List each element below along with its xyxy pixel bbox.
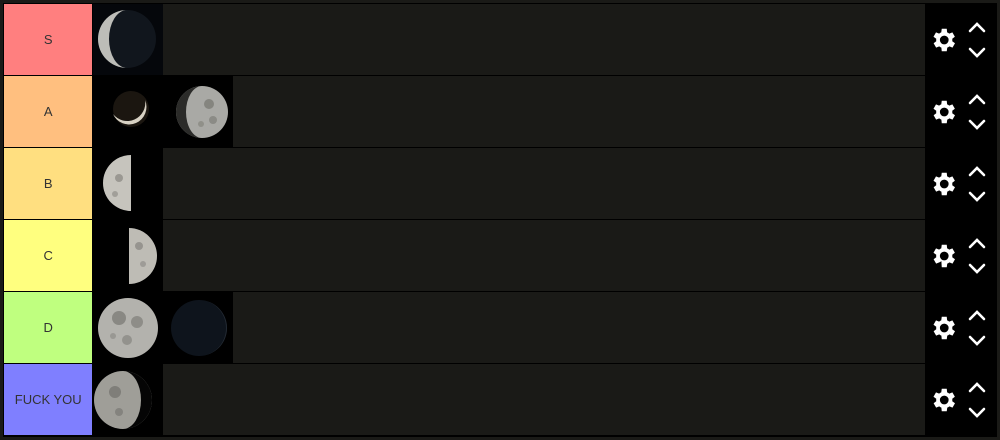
moon-image xyxy=(163,292,234,363)
tier-row: S xyxy=(4,4,996,75)
tier-items-area[interactable] xyxy=(92,76,926,147)
tier-controls xyxy=(925,292,996,363)
moon-image xyxy=(93,4,164,75)
chevron-down-icon[interactable] xyxy=(966,46,988,60)
moon-tile-last-quarter[interactable] xyxy=(93,148,164,219)
chevron-up-icon[interactable] xyxy=(966,164,988,178)
tier-row: A xyxy=(4,76,996,147)
moon-image xyxy=(93,76,164,147)
moon-image xyxy=(93,364,164,435)
moon-image xyxy=(93,148,164,219)
tier-row: C xyxy=(4,220,996,291)
chevron-down-icon[interactable] xyxy=(966,262,988,276)
moon-tile-thin-crescent[interactable] xyxy=(93,76,164,147)
chevron-down-icon[interactable] xyxy=(966,406,988,420)
tier-row: FUCK YOU xyxy=(4,364,996,435)
tier-list-board: S A B C D FUCK YOU xyxy=(3,3,997,437)
tier-items-area[interactable] xyxy=(92,148,926,219)
chevron-down-icon[interactable] xyxy=(966,190,988,204)
tier-controls xyxy=(925,76,996,147)
tier-label[interactable]: FUCK YOU xyxy=(4,364,93,435)
tier-items-area[interactable] xyxy=(92,4,926,75)
tier-items-area[interactable] xyxy=(92,292,926,363)
chevron-up-icon[interactable] xyxy=(966,92,988,106)
moon-tile-full-moon[interactable] xyxy=(93,292,164,363)
tier-controls xyxy=(925,148,996,219)
moon-tile-waning-gibbous[interactable] xyxy=(163,76,234,147)
tier-items-area[interactable] xyxy=(92,220,926,291)
gear-icon[interactable] xyxy=(928,313,958,343)
tier-label[interactable]: C xyxy=(4,220,93,291)
moon-image xyxy=(93,292,164,363)
chevron-up-icon[interactable] xyxy=(966,380,988,394)
chevron-up-icon[interactable] xyxy=(966,20,988,34)
gear-icon[interactable] xyxy=(928,25,958,55)
moon-tile-first-quarter[interactable] xyxy=(93,220,164,291)
tier-row: B xyxy=(4,148,996,219)
gear-icon[interactable] xyxy=(928,97,958,127)
chevron-down-icon[interactable] xyxy=(966,334,988,348)
chevron-down-icon[interactable] xyxy=(966,118,988,132)
moon-tile-waning-crescent[interactable] xyxy=(93,4,164,75)
tier-label[interactable]: B xyxy=(4,148,93,219)
chevron-up-icon[interactable] xyxy=(966,236,988,250)
tier-controls xyxy=(925,4,996,75)
tier-row: D xyxy=(4,292,996,363)
gear-icon[interactable] xyxy=(928,385,958,415)
gear-icon[interactable] xyxy=(928,241,958,271)
tier-label[interactable]: S xyxy=(4,4,93,75)
tier-label[interactable]: D xyxy=(4,292,93,363)
chevron-up-icon[interactable] xyxy=(966,308,988,322)
tier-items-area[interactable] xyxy=(92,364,926,435)
moon-tile-gibbous[interactable] xyxy=(93,364,164,435)
moon-tile-new-moon[interactable] xyxy=(163,292,234,363)
tier-controls xyxy=(925,364,996,435)
tier-label[interactable]: A xyxy=(4,76,93,147)
tier-controls xyxy=(925,220,996,291)
moon-image xyxy=(93,220,164,291)
gear-icon[interactable] xyxy=(928,169,958,199)
moon-image xyxy=(163,76,234,147)
